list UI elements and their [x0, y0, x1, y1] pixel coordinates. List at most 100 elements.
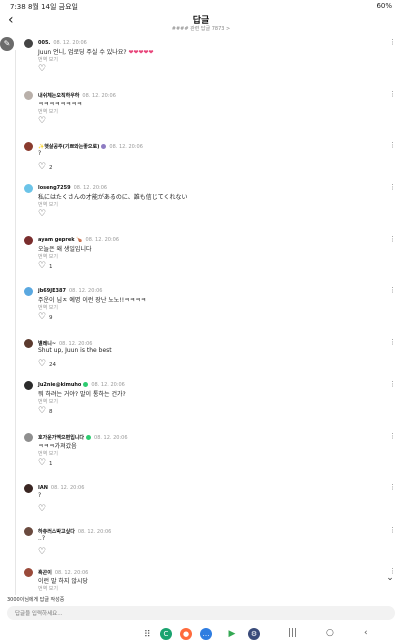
- play-store-icon[interactable]: ▶: [226, 628, 238, 640]
- avatar[interactable]: [24, 184, 33, 193]
- comment-date: 08. 12. 20:06: [85, 237, 120, 243]
- page-subtitle[interactable]: #### 관련 답글 7873 >: [0, 25, 402, 32]
- like-heart-icon[interactable]: ♡: [38, 117, 46, 126]
- comment-username[interactable]: IAN 08. 12. 20:06: [38, 485, 84, 491]
- like-count: 2: [49, 165, 53, 171]
- reply-target-info: 3000이님에게 답글 작성중: [7, 597, 65, 603]
- comment-text: ㅋㅋㅋ가져갔음: [38, 443, 77, 450]
- avatar[interactable]: [24, 484, 33, 493]
- avatar[interactable]: [24, 287, 33, 296]
- comment-date: 08. 12. 20:06: [68, 288, 103, 294]
- phone-app-icon[interactable]: C: [160, 628, 172, 640]
- header: ‹ 답글 #### 관련 답글 7873 >: [0, 12, 402, 32]
- status-time: 7:38 8월 14일 금요일: [10, 3, 78, 11]
- comment-text: ?: [38, 492, 42, 499]
- comment-username[interactable]: jb69JE387 08. 12. 20:06: [38, 288, 102, 294]
- comment-text: Juun 언니, 업로딩 주실 수 있나요? ❤❤❤❤❤: [38, 49, 154, 56]
- comment-text: 주운이 님ㅈ 예명 이런 장난 노노!!ㅋㅋㅋㅋ: [38, 297, 147, 304]
- reply-input[interactable]: [13, 608, 387, 620]
- comment-date: 08. 12. 20:06: [50, 485, 85, 491]
- status-bar: 7:38 8월 14일 금요일 60%: [0, 0, 402, 12]
- translate-link[interactable]: 번역 보기: [38, 585, 58, 592]
- comment-date: 08. 12. 20:06: [53, 40, 87, 46]
- translate-link[interactable]: 번역 보기: [38, 304, 58, 311]
- recent-apps-icon[interactable]: |||: [288, 628, 297, 638]
- more-options-icon[interactable]: ⋮: [389, 142, 396, 149]
- comment-username[interactable]: 내쉬체는오직하우하 08. 12. 20:06: [38, 92, 116, 99]
- verified-badge-icon: [83, 382, 89, 387]
- avatar[interactable]: [24, 381, 33, 390]
- app-grid-icon[interactable]: ⠿: [144, 630, 151, 640]
- back-nav-icon[interactable]: ‹: [364, 628, 368, 638]
- comment-username[interactable]: 호가운가멕으편입니다 08. 12. 20:06: [38, 434, 128, 441]
- more-options-icon[interactable]: ⋮: [389, 287, 396, 294]
- like-count: 8: [49, 409, 53, 415]
- more-options-icon[interactable]: ⋮: [389, 381, 396, 388]
- like-heart-icon[interactable]: ♡: [38, 407, 46, 416]
- scroll-down-icon[interactable]: ⌄: [384, 573, 396, 585]
- like-heart-icon[interactable]: ♡: [38, 548, 46, 557]
- thread-line: [15, 50, 16, 595]
- comment-date: 08. 12. 20:06: [94, 435, 128, 441]
- comment-text: 오늘은 왜 생일입니다: [38, 246, 92, 253]
- like-heart-icon[interactable]: ♡: [38, 210, 46, 219]
- contacts-app-icon[interactable]: ●: [180, 628, 192, 640]
- like-heart-icon[interactable]: ♡: [38, 262, 46, 271]
- more-options-icon[interactable]: ⋮: [389, 527, 396, 534]
- avatar[interactable]: [24, 568, 33, 577]
- avatar[interactable]: [24, 236, 33, 245]
- avatar[interactable]: [24, 339, 33, 348]
- comment-text: Shut up, Juun is the best: [38, 347, 112, 354]
- comment-username[interactable]: loseng7259 08. 12. 20:06: [38, 185, 107, 191]
- avatar[interactable]: [24, 142, 33, 151]
- translate-link[interactable]: 번역 보기: [38, 201, 58, 208]
- messages-app-icon[interactable]: …: [200, 628, 212, 640]
- comment-username[interactable]: 흑곤이 08. 12. 20:06: [38, 569, 88, 576]
- verified-badge-icon: [101, 144, 107, 149]
- more-options-icon[interactable]: ⋮: [389, 484, 396, 491]
- like-heart-icon[interactable]: ♡: [38, 65, 46, 74]
- like-heart-icon[interactable]: ♡: [38, 163, 46, 172]
- comment-date: 08. 12. 20:06: [109, 144, 143, 150]
- like-heart-icon[interactable]: ♡: [38, 360, 46, 369]
- comment-username[interactable]: ✨햇살공주(기쁘와는좋으로) 08. 12. 20:06: [38, 143, 143, 150]
- translate-link[interactable]: 번역 보기: [38, 56, 58, 63]
- comment-username[interactable]: 하츄러스박고싶다 08. 12. 20:06: [38, 528, 111, 535]
- avatar[interactable]: [24, 433, 33, 442]
- comment-date: 08. 12. 20:06: [77, 529, 112, 535]
- more-options-icon[interactable]: ⋮: [389, 433, 396, 440]
- more-options-icon[interactable]: ⋮: [389, 236, 396, 243]
- avatar[interactable]: [24, 527, 33, 536]
- more-options-icon[interactable]: ⋮: [389, 91, 396, 98]
- comment-text: ..?: [38, 535, 45, 542]
- comment-text: ㅋㅋㅋㅋㅋㅋㅋㅋ: [38, 101, 83, 108]
- like-count: 1: [49, 461, 53, 467]
- like-heart-icon[interactable]: ♡: [38, 505, 46, 514]
- comment-username[interactable]: ayam geprek 🍗 08. 12. 20:06: [38, 237, 119, 243]
- like-count: 9: [49, 315, 53, 321]
- comment-username[interactable]: Ju2nie@kimuho 08. 12. 20:06: [38, 382, 125, 388]
- like-count: 1: [49, 264, 53, 270]
- like-count: 24: [49, 362, 56, 368]
- home-icon[interactable]: ○: [326, 628, 334, 638]
- pencil-icon[interactable]: ✎: [0, 37, 14, 51]
- comment-username[interactable]: 005. 08. 12. 20:06: [38, 40, 87, 46]
- comment-date: 08. 12. 20:06: [73, 185, 108, 191]
- more-options-icon[interactable]: ⋮: [389, 184, 396, 191]
- avatar[interactable]: [24, 91, 33, 100]
- translate-link[interactable]: 번역 보기: [38, 450, 58, 457]
- comment-text: ?: [38, 150, 42, 157]
- comment-text: 私にはたくさんの才能があるのに、誰も信じてくれない: [38, 194, 188, 201]
- more-options-icon[interactable]: ⋮: [389, 39, 396, 46]
- translate-link[interactable]: 번역 보기: [38, 253, 58, 260]
- comment-username[interactable]: 별레니~ 08. 12. 20:06: [38, 340, 93, 347]
- like-heart-icon[interactable]: ♡: [38, 313, 46, 322]
- translate-link[interactable]: 번역 보기: [38, 108, 58, 115]
- avatar[interactable]: [24, 39, 33, 48]
- like-heart-icon[interactable]: ♡: [38, 459, 46, 468]
- more-options-icon[interactable]: ⋮: [389, 339, 396, 346]
- battery-level: 60%: [376, 2, 392, 10]
- translate-link[interactable]: 번역 보기: [38, 398, 58, 405]
- comment-date: 08. 12. 20:06: [82, 93, 116, 99]
- settings-app-icon[interactable]: ⚙: [248, 628, 260, 640]
